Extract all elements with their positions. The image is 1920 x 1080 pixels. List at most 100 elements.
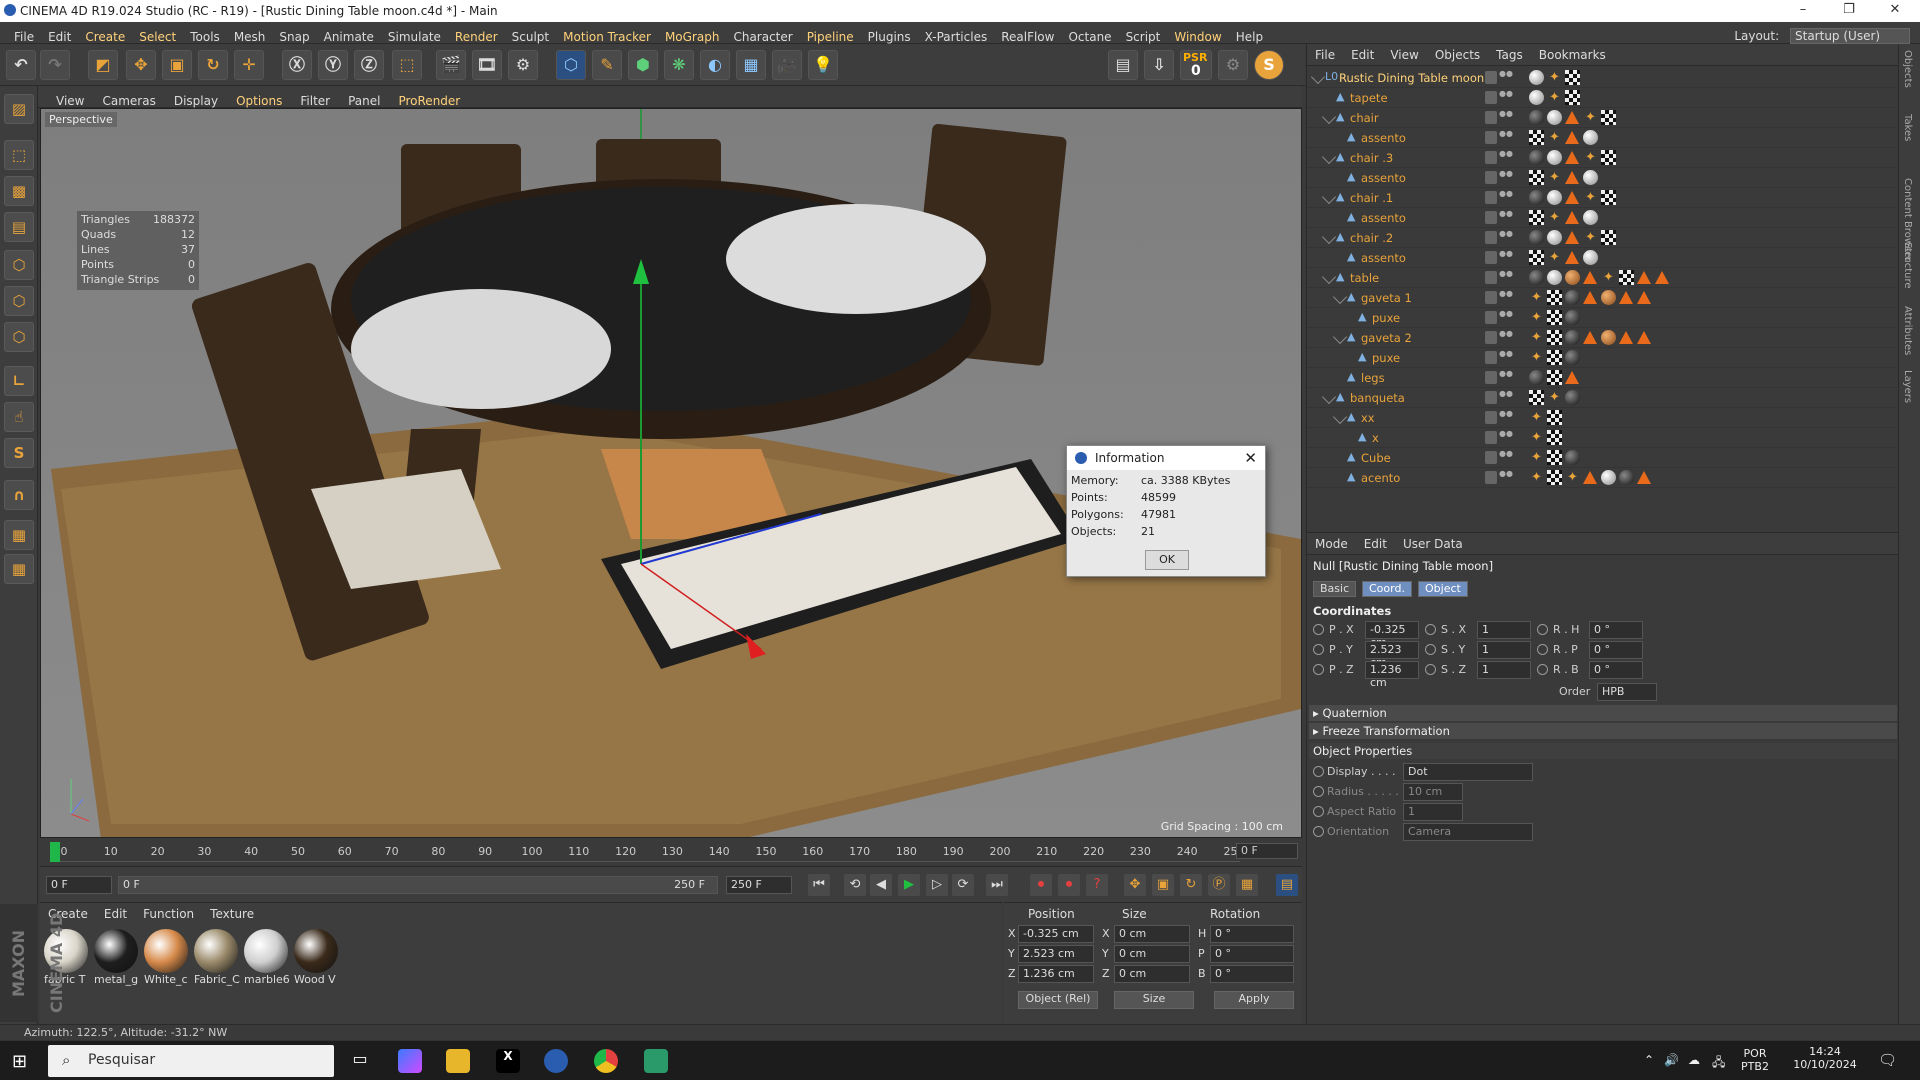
keyframe-radio-icon[interactable] (1537, 644, 1548, 655)
size-mode-dropdown[interactable]: Size (1114, 991, 1194, 1009)
layer-visibility-icon[interactable] (1485, 91, 1497, 104)
material-swatch[interactable]: White_c (144, 929, 192, 993)
object-row[interactable]: ▲ chair .3 ●● ✦ (1307, 148, 1897, 168)
material-tag-icon[interactable] (1547, 150, 1562, 165)
object-property-field[interactable]: 1 (1403, 803, 1463, 821)
menu-plugins[interactable]: Plugins (861, 26, 918, 44)
object-property-field[interactable]: 10 cm (1403, 783, 1463, 801)
volume-icon[interactable]: 🔊 (1664, 1053, 1679, 1067)
uvw-tag-icon[interactable] (1547, 350, 1562, 365)
layer-visibility-icon[interactable] (1485, 171, 1497, 184)
rotation-field[interactable]: 0 ° (1210, 925, 1294, 943)
copilot-icon[interactable] (398, 1049, 422, 1073)
uvw-tag-icon[interactable] (1565, 70, 1580, 85)
attr-tab-coord[interactable]: Coord. (1362, 581, 1412, 597)
position-field[interactable]: 2.523 cm (1018, 945, 1094, 963)
object-property-field[interactable]: Camera (1403, 823, 1533, 841)
material-tag-icon[interactable] (1583, 130, 1598, 145)
make-editable-icon[interactable]: ▨ (4, 94, 34, 124)
layout-selector[interactable]: Layout: Startup (User) (1727, 25, 1910, 44)
minimize-button[interactable]: – (1780, 0, 1826, 22)
layer-visibility-icon[interactable] (1485, 431, 1497, 444)
material-tag-icon[interactable] (1565, 450, 1580, 465)
texture-tag-icon[interactable] (1583, 331, 1597, 344)
notification-icon[interactable]: 🗨 (1878, 1051, 1897, 1069)
texture-tag-icon[interactable] (1565, 151, 1579, 164)
phong-tag-icon[interactable]: ✦ (1529, 430, 1544, 445)
plugin-s-icon[interactable]: S (1254, 50, 1284, 80)
phong-tag-icon[interactable]: ✦ (1601, 270, 1616, 285)
coordinate-mode-dropdown[interactable]: Object (Rel) (1018, 991, 1098, 1009)
keyframe-radio-icon[interactable] (1313, 766, 1324, 777)
phong-tag-icon[interactable]: ✦ (1565, 470, 1580, 485)
menu-snap[interactable]: Snap (272, 26, 316, 44)
layer-visibility-icon[interactable] (1485, 311, 1497, 324)
object-name[interactable]: chair .1 (1350, 191, 1393, 205)
layer-visibility-icon[interactable] (1485, 271, 1497, 284)
previous-key-icon[interactable]: ⟲ (844, 874, 866, 896)
menu-motion-tracker[interactable]: Motion Tracker (556, 26, 658, 44)
app-icon[interactable] (644, 1049, 668, 1073)
texture-tag-icon[interactable] (1565, 191, 1579, 204)
viewport-menu-cameras[interactable]: Cameras (93, 90, 164, 108)
om-menu-tags[interactable]: Tags (1488, 44, 1531, 62)
scale-tool-icon[interactable]: ▣ (162, 50, 192, 80)
menu-sculpt[interactable]: Sculpt (505, 26, 556, 44)
material-swatch[interactable]: marble6 (244, 929, 292, 993)
expand-toggle-icon[interactable] (1321, 229, 1337, 245)
material-swatch[interactable]: metal_g (94, 929, 142, 993)
keyframe-radio-icon[interactable] (1425, 624, 1436, 635)
render-picture-viewer-icon[interactable]: 🎞 (472, 50, 502, 80)
dialog-close-icon[interactable]: ✕ (1244, 449, 1257, 467)
next-frame-icon[interactable]: ▷ (926, 874, 948, 896)
camera-icon[interactable]: 🎥 (772, 50, 802, 80)
texture-tag-icon[interactable] (1637, 291, 1651, 304)
texture-tag-icon[interactable] (1565, 171, 1579, 184)
object-name[interactable]: x (1372, 431, 1379, 445)
uvw-tag-icon[interactable] (1547, 450, 1562, 465)
layout-dropdown[interactable]: Startup (User) (1790, 28, 1910, 44)
layer-visibility-icon[interactable] (1485, 131, 1497, 144)
expand-toggle-icon[interactable] (1332, 409, 1348, 425)
material-tag-icon[interactable] (1547, 110, 1562, 125)
object-row[interactable]: ▲ chair .2 ●● ✦ (1307, 228, 1897, 248)
om-menu-view[interactable]: View (1382, 44, 1426, 62)
viewport-menu-view[interactable]: View (47, 90, 93, 108)
texture-tag-icon[interactable] (1637, 271, 1651, 284)
menu-character[interactable]: Character (726, 26, 799, 44)
object-row[interactable]: ▲ chair ●● ✦ (1307, 108, 1897, 128)
expand-toggle-icon[interactable] (1321, 109, 1337, 125)
texture-tag-icon[interactable] (1565, 131, 1579, 144)
layer-visibility-icon[interactable] (1485, 391, 1497, 404)
texture-tag-icon[interactable] (1619, 291, 1633, 304)
editor-render-dots-icon[interactable]: ●● (1499, 390, 1513, 406)
phong-tag-icon[interactable]: ✦ (1547, 90, 1562, 105)
material-tag-icon[interactable] (1565, 350, 1580, 365)
object-name[interactable]: gaveta 2 (1361, 331, 1412, 345)
order-dropdown[interactable]: HPB (1597, 683, 1657, 701)
y-axis-lock-icon[interactable]: Ⓨ (318, 50, 348, 80)
phong-tag-icon[interactable]: ✦ (1529, 330, 1544, 345)
phong-tag-icon[interactable]: ✦ (1547, 250, 1562, 265)
layer-visibility-icon[interactable] (1485, 471, 1497, 484)
object-row[interactable]: ▲ gaveta 1 ●● ✦ (1307, 288, 1897, 308)
psr-button[interactable]: PSR 0 (1180, 50, 1212, 80)
expand-toggle-icon[interactable] (1310, 69, 1326, 85)
texture-tag-icon[interactable] (1637, 471, 1651, 484)
texture-tag-icon[interactable] (1583, 271, 1597, 284)
expand-toggle-icon[interactable] (1321, 269, 1337, 285)
object-row[interactable]: ▲ Cube ●● ✦ (1307, 448, 1897, 468)
x-axis-lock-icon[interactable]: Ⓧ (282, 50, 312, 80)
object-name[interactable]: Rustic Dining Table moon (1339, 71, 1484, 85)
grid-snap-icon[interactable]: ▦ (4, 554, 34, 584)
keyframe-radio-icon[interactable] (1313, 624, 1324, 635)
menu-create[interactable]: Create (78, 26, 132, 44)
material-tag-icon[interactable] (1583, 210, 1598, 225)
material-tag-icon[interactable] (1547, 230, 1562, 245)
viewport-menu-options[interactable]: Options (227, 90, 291, 108)
light-icon[interactable]: 💡 (808, 50, 838, 80)
object-row[interactable]: ▲ xx ●● ✦ (1307, 408, 1897, 428)
editor-render-dots-icon[interactable]: ●● (1499, 190, 1513, 206)
menu-octane[interactable]: Octane (1061, 26, 1118, 44)
grid-lock-icon[interactable]: ▦ (4, 520, 34, 550)
